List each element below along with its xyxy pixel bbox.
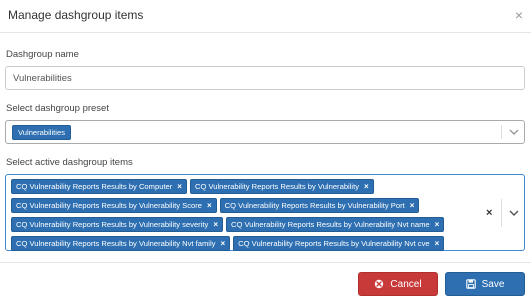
remove-tag-icon[interactable]: ×: [213, 220, 218, 229]
dashgroup-name-label: Dashgroup name: [6, 49, 79, 60]
save-label: Save: [481, 278, 505, 290]
remove-tag-icon[interactable]: ×: [364, 182, 369, 191]
selected-items: CQ Vulnerability Reports Results by Comp…: [11, 178, 468, 254]
chip-row: CQ Vulnerability Reports Results by Vuln…: [11, 235, 468, 253]
tag-label: CQ Vulnerability Reports Results by Vuln…: [230, 220, 430, 229]
selected-item-tag: CQ Vulnerability Reports Results by Vuln…: [189, 179, 374, 194]
chip-row: CQ Vulnerability Reports Results by Vuln…: [11, 216, 468, 234]
remove-tag-icon[interactable]: ×: [177, 182, 182, 191]
footer-divider: [0, 262, 531, 263]
preset-select[interactable]: Vulnerabilities: [5, 120, 525, 144]
selected-item-tag: CQ Vulnerability Reports Results by Vuln…: [225, 217, 445, 232]
clear-all-icon[interactable]: ×: [486, 207, 492, 219]
dashgroup-name-input[interactable]: [5, 66, 525, 90]
cancel-label: Cancel: [390, 278, 422, 290]
remove-tag-icon[interactable]: ×: [207, 201, 212, 210]
tag-label: CQ Vulnerability Reports Results by Vuln…: [16, 220, 209, 229]
remove-tag-icon[interactable]: ×: [435, 239, 440, 248]
manage-dashgroup-modal: Manage dashgroup items × Dashgroup name …: [0, 0, 531, 299]
chip-row: CQ Vulnerability Reports Results by Comp…: [11, 178, 468, 196]
preset-divider: [501, 125, 502, 139]
items-multiselect[interactable]: CQ Vulnerability Reports Results by Comp…: [5, 174, 525, 251]
close-icon[interactable]: ×: [513, 8, 525, 22]
selected-item-tag: CQ Vulnerability Reports Results by Vuln…: [219, 198, 420, 213]
remove-tag-icon[interactable]: ×: [435, 220, 440, 229]
tag-label: CQ Vulnerability Reports Results by Comp…: [16, 182, 173, 191]
tag-label: CQ Vulnerability Reports Results by Vuln…: [16, 201, 202, 210]
selected-item-tag: CQ Vulnerability Reports Results by Vuln…: [11, 236, 231, 251]
preset-label: Select dashgroup preset: [6, 103, 109, 114]
items-divider: [501, 199, 502, 227]
tag-label: CQ Vulnerability Reports Results by Vuln…: [238, 239, 430, 248]
chevron-down-icon[interactable]: [508, 126, 520, 138]
selected-item-tag: CQ Vulnerability Reports Results by Comp…: [11, 179, 187, 194]
remove-tag-icon[interactable]: ×: [220, 239, 225, 248]
ban-icon: [374, 279, 384, 289]
floppy-disk-icon: [465, 279, 476, 289]
modal-title: Manage dashgroup items: [8, 8, 144, 22]
save-button[interactable]: Save: [445, 272, 525, 296]
items-label: Select active dashgroup items: [6, 157, 133, 168]
modal-header: Manage dashgroup items ×: [0, 0, 531, 33]
remove-tag-icon[interactable]: ×: [410, 201, 415, 210]
preset-selected-tag: Vulnerabilities: [12, 125, 71, 140]
cancel-button[interactable]: Cancel: [358, 272, 438, 296]
chevron-down-icon[interactable]: [508, 207, 520, 219]
chip-row: CQ Vulnerability Reports Results by Vuln…: [11, 197, 468, 215]
selected-item-tag: CQ Vulnerability Reports Results by Vuln…: [11, 217, 223, 232]
tag-label: CQ Vulnerability Reports Results by Vuln…: [224, 201, 405, 210]
tag-label: CQ Vulnerability Reports Results by Vuln…: [194, 182, 360, 191]
tag-label: CQ Vulnerability Reports Results by Vuln…: [16, 239, 216, 248]
selected-item-tag: CQ Vulnerability Reports Results by Vuln…: [11, 198, 217, 213]
selected-item-tag: CQ Vulnerability Reports Results by Vuln…: [233, 236, 445, 251]
